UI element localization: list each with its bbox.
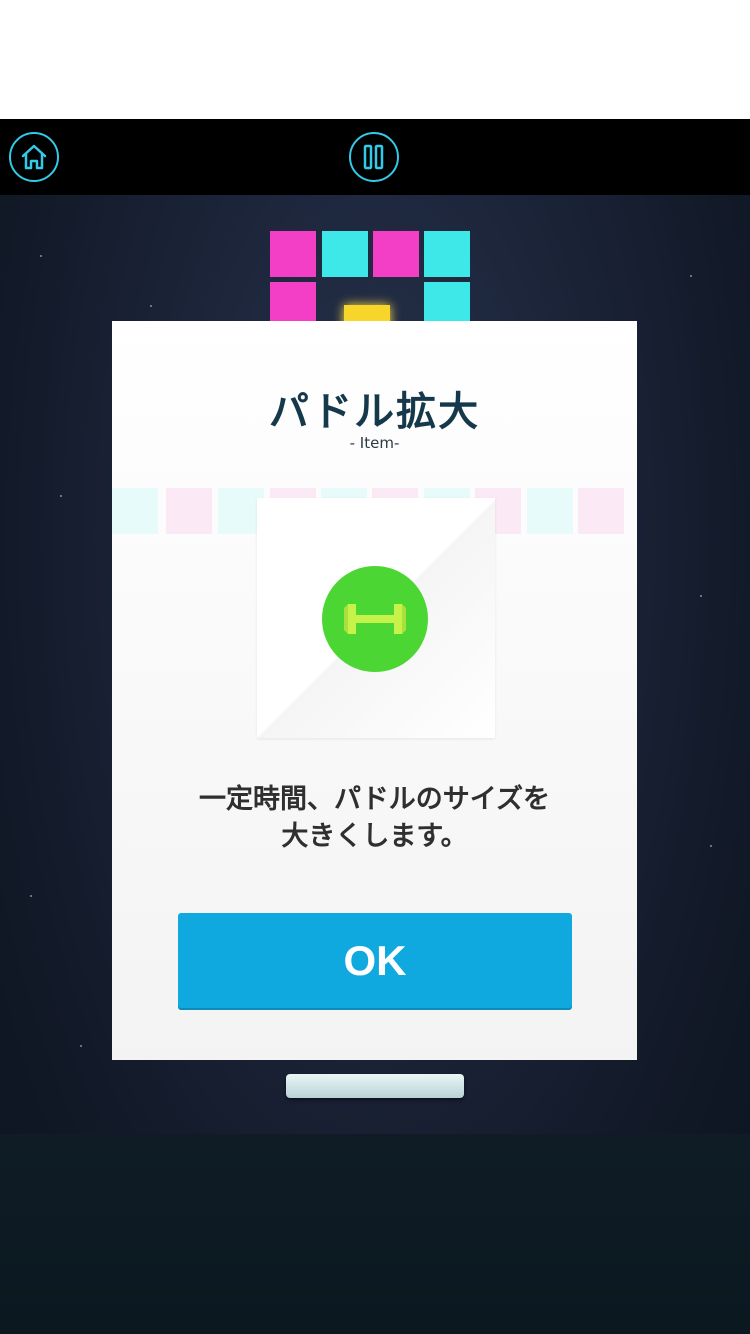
- dialog-subtitle: - Item-: [349, 434, 400, 452]
- item-dialog: パドル拡大 - Item- 一定時間、パドルのサイズを 大きくします。 OK: [112, 321, 637, 1060]
- star: [80, 1045, 82, 1047]
- star: [60, 495, 62, 497]
- star: [710, 845, 712, 847]
- star: [700, 595, 702, 597]
- block-cyan: [424, 231, 470, 277]
- item-description: 一定時間、パドルのサイズを 大きくします。: [112, 781, 637, 855]
- paddle[interactable]: [286, 1074, 464, 1098]
- faded-block: [578, 488, 624, 534]
- block-pink: [373, 231, 419, 277]
- star: [40, 255, 42, 257]
- faded-block: [112, 488, 158, 534]
- ground: [0, 1134, 750, 1334]
- star: [150, 305, 152, 307]
- faded-block: [166, 488, 212, 534]
- home-button[interactable]: [9, 132, 59, 182]
- paddle-expand-icon: [322, 566, 428, 672]
- star: [30, 895, 32, 897]
- pause-button[interactable]: [349, 132, 399, 182]
- status-bar-area: [0, 0, 750, 119]
- top-bar: [0, 119, 750, 195]
- faded-block: [527, 488, 573, 534]
- home-icon: [21, 144, 47, 170]
- block-pink: [270, 231, 316, 277]
- dialog-title: パドル拡大: [268, 389, 481, 435]
- description-line-1: 一定時間、パドルのサイズを: [199, 784, 550, 815]
- description-line-2: 大きくします。: [281, 821, 468, 852]
- item-icon-card: [257, 498, 495, 738]
- star: [690, 275, 692, 277]
- block-cyan: [322, 231, 368, 277]
- pause-icon: [363, 144, 384, 170]
- ok-button[interactable]: OK: [178, 913, 572, 1008]
